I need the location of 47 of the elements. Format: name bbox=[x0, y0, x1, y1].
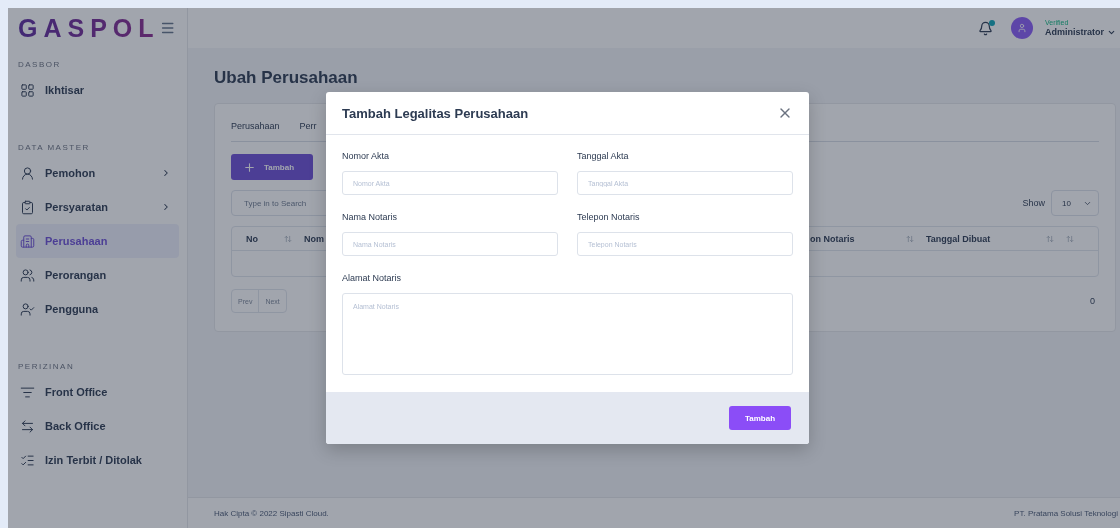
tab[interactable]: Perusahaan bbox=[231, 121, 280, 131]
field-label: Telepon Notaris bbox=[577, 212, 641, 222]
show-label: Show bbox=[1022, 198, 1045, 208]
column-header[interactable]: No bbox=[232, 227, 300, 250]
column-header[interactable]: Tanggal Dibuat bbox=[922, 227, 1062, 250]
sidebar-item[interactable]: Perusahaan bbox=[16, 224, 179, 258]
copyright: Hak Cipta © 2022 Sipasti Cloud. bbox=[214, 508, 329, 518]
users-icon bbox=[20, 267, 35, 283]
user-check-icon bbox=[20, 301, 35, 317]
sidebar-item[interactable]: Pengguna bbox=[16, 292, 179, 326]
section-title: DASBOR bbox=[18, 60, 62, 69]
sidebar-item[interactable]: Back Office bbox=[16, 409, 179, 443]
section-title: PERIZINAN bbox=[18, 362, 76, 371]
sort-icon[interactable] bbox=[1046, 234, 1054, 243]
sort-icon[interactable] bbox=[284, 234, 292, 243]
company-name: PT. Pratama Solusi Teknologi bbox=[1014, 508, 1118, 518]
page-title: Ubah Perusahaan bbox=[214, 68, 359, 88]
field-label: Nomor Akta bbox=[342, 151, 391, 161]
tab[interactable]: Perr bbox=[299, 121, 317, 131]
sidebar-item[interactable]: Pemohon bbox=[16, 156, 179, 190]
plus-icon bbox=[243, 160, 256, 174]
list-icon bbox=[20, 384, 35, 400]
avatar[interactable] bbox=[1011, 17, 1033, 39]
sidebar-item[interactable]: Perorangan bbox=[16, 258, 179, 292]
add-button[interactable]: Tambah bbox=[231, 154, 313, 180]
sidebar-item[interactable]: Front Office bbox=[16, 375, 179, 409]
bell-icon[interactable] bbox=[978, 20, 993, 36]
building-icon bbox=[20, 233, 35, 249]
column-header[interactable]: on Notaris bbox=[806, 227, 922, 250]
clipboard-icon bbox=[20, 199, 35, 215]
user-icon bbox=[20, 165, 35, 181]
sidebar-item[interactable]: Ikhtisar bbox=[16, 73, 179, 107]
section-title: DATA MASTER bbox=[18, 143, 91, 152]
page-size-select[interactable]: 10 bbox=[1051, 190, 1099, 216]
sidebar-item[interactable]: Izin Terbit / Ditolak bbox=[16, 443, 179, 477]
submit-button[interactable]: Tambah bbox=[729, 406, 791, 430]
field-label: Tanggal Akta bbox=[577, 151, 630, 161]
count: 0 bbox=[1090, 296, 1095, 306]
grid-icon bbox=[20, 82, 35, 98]
arrows-icon bbox=[20, 418, 35, 434]
field-label: Alamat Notaris bbox=[342, 273, 403, 283]
field-label: Nama Notaris bbox=[342, 212, 398, 222]
modal-title: Tambah Legalitas Perusahaan bbox=[342, 105, 529, 121]
checklist-icon bbox=[20, 452, 35, 468]
sidebar-item[interactable]: Persyaratan bbox=[16, 190, 179, 224]
user-menu[interactable]: Administrator bbox=[1045, 26, 1116, 39]
sort-icon[interactable] bbox=[906, 234, 914, 243]
